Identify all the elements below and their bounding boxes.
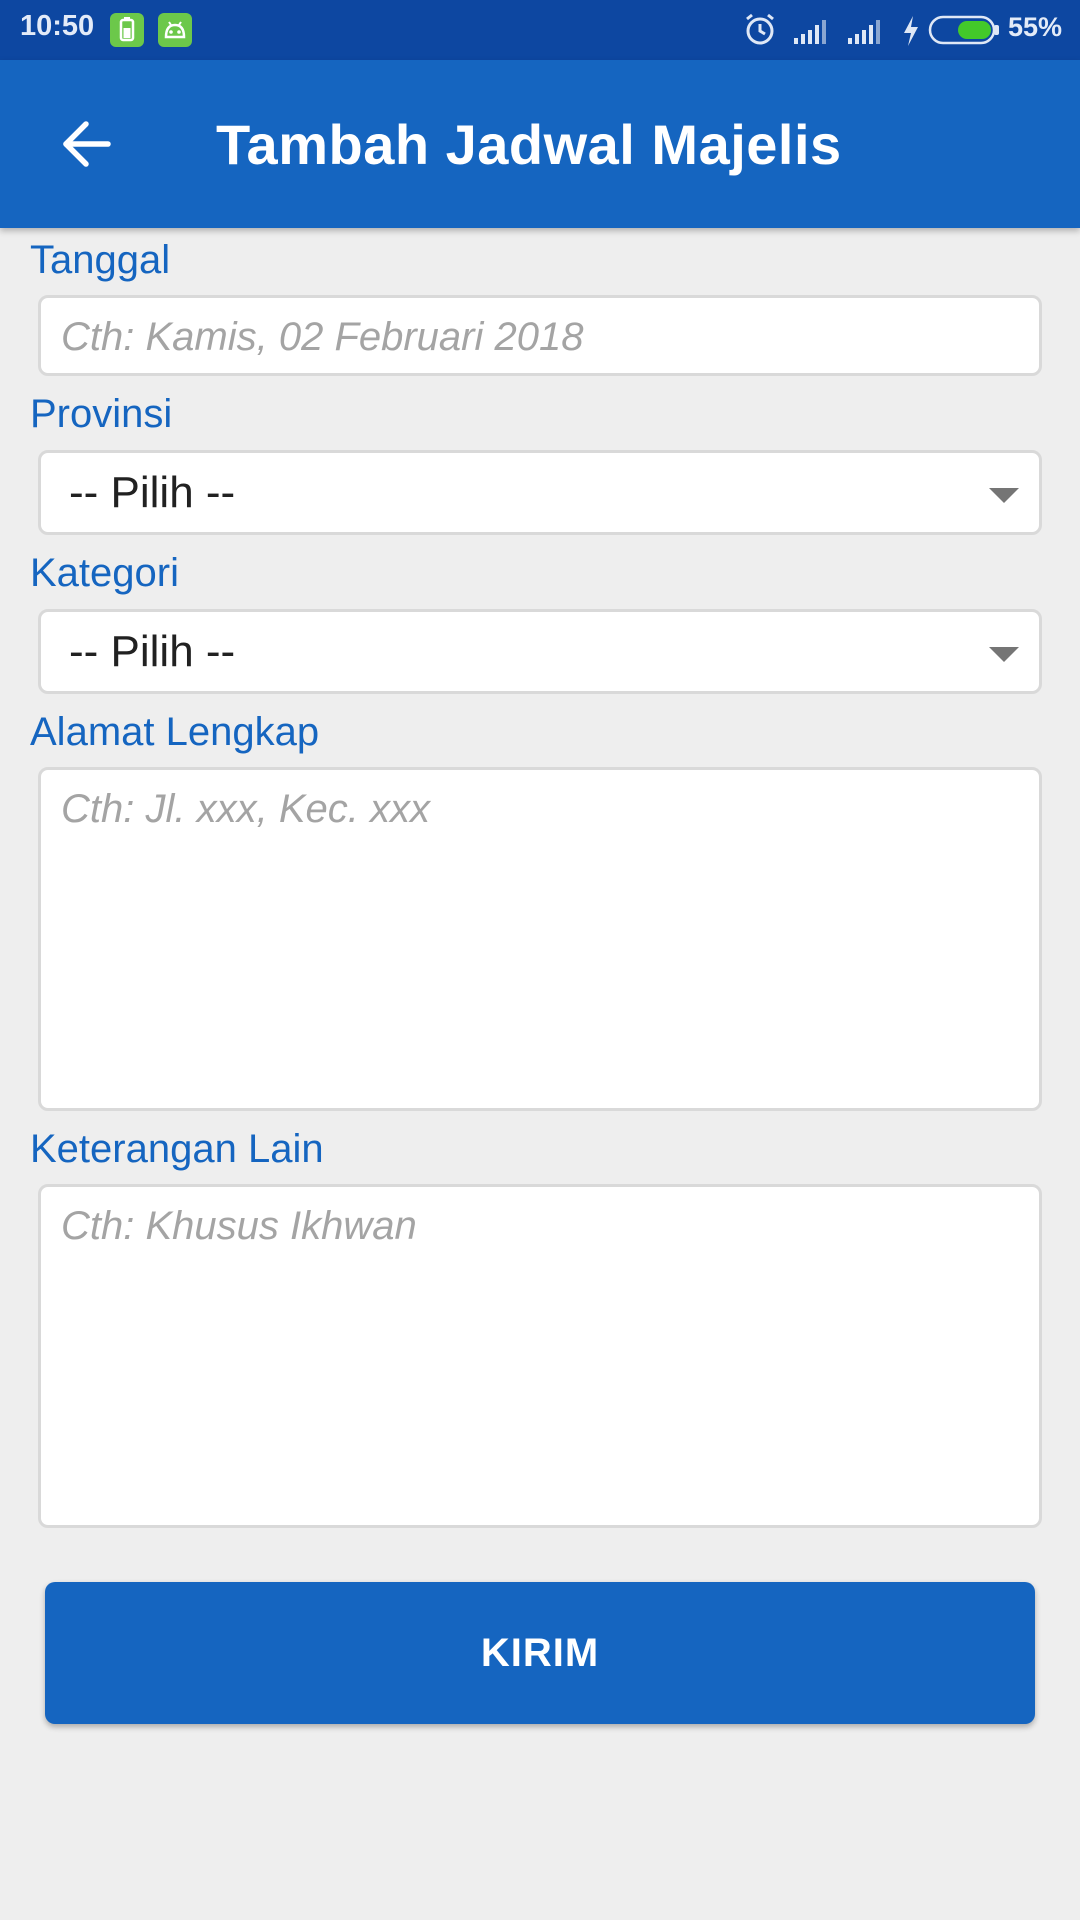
tanggal-placeholder: Cth: Kamis, 02 Februari 2018: [61, 315, 584, 359]
keterangan-label: Keterangan Lain: [30, 1127, 324, 1171]
provinsi-selected-value: -- Pilih --: [69, 468, 236, 517]
dropdown-caret-icon: [989, 647, 1019, 662]
app-bar: Tambah Jadwal Majelis: [0, 60, 1080, 228]
signal-icon: [848, 20, 880, 44]
status-time: 10:50: [20, 10, 95, 42]
kategori-label: Kategori: [30, 551, 179, 595]
battery-percentage: 55%: [1007, 12, 1062, 42]
provinsi-select[interactable]: -- Pilih --: [38, 450, 1042, 535]
keterangan-textarea[interactable]: Cth: Khusus Ikhwan: [38, 1184, 1042, 1528]
arrow-back-icon: [63, 121, 111, 167]
back-button[interactable]: [44, 102, 128, 186]
submit-button[interactable]: KIRIM: [45, 1582, 1035, 1724]
tanggal-label: Tanggal: [30, 238, 171, 282]
battery-icon: [928, 15, 999, 45]
battery-notification-icon: [110, 13, 144, 47]
alarm-icon: [746, 13, 774, 45]
kategori-selected-value: -- Pilih --: [69, 627, 236, 676]
status-bar: 10:50 55%: [0, 0, 1080, 60]
provinsi-label: Provinsi: [30, 392, 173, 436]
android-notification-icon: [158, 13, 192, 47]
keterangan-placeholder: Cth: Khusus Ikhwan: [61, 1204, 417, 1248]
dropdown-caret-icon: [989, 488, 1019, 503]
alamat-textarea[interactable]: Cth: Jl. xxx, Kec. xxx: [38, 767, 1042, 1111]
page-title: Tambah Jadwal Majelis: [216, 113, 842, 176]
tanggal-input[interactable]: Cth: Kamis, 02 Februari 2018: [38, 295, 1042, 376]
signal-icon: [794, 20, 826, 44]
kategori-select[interactable]: -- Pilih --: [38, 609, 1042, 694]
alamat-placeholder: Cth: Jl. xxx, Kec. xxx: [61, 787, 430, 831]
alamat-label: Alamat Lengkap: [30, 710, 320, 754]
charging-icon: [904, 16, 918, 46]
